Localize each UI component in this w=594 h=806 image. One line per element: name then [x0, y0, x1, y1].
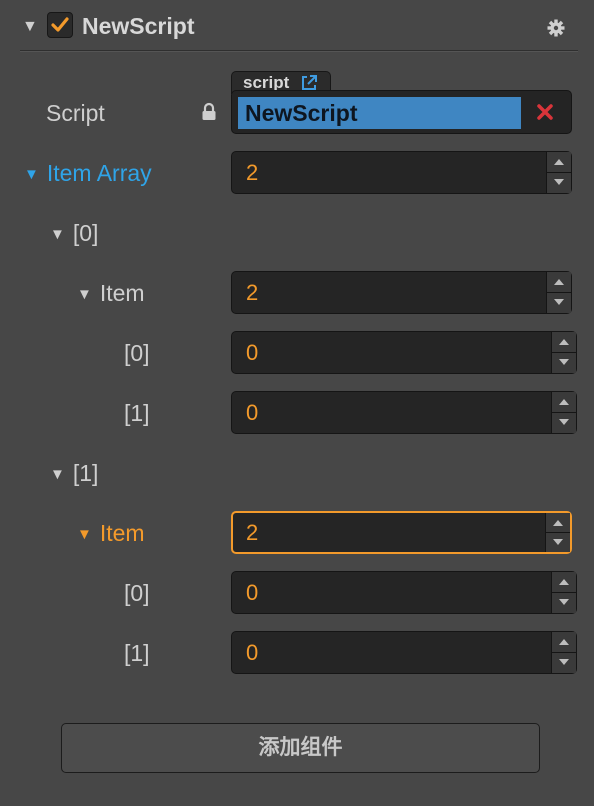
arrow-down-icon: [559, 418, 569, 425]
stepper-down-button[interactable]: [552, 412, 576, 433]
header-divider-highlight: [20, 51, 578, 52]
element-1-item-1-value: 0: [246, 640, 259, 665]
stepper-down-button[interactable]: [547, 172, 571, 193]
arrow-down-icon: [554, 298, 564, 305]
stepper[interactable]: [551, 632, 576, 673]
element-0-item-1-field[interactable]: 0: [231, 391, 577, 434]
element-0-item-0-value: 0: [246, 340, 259, 365]
element-0-item-label-text: Item: [99, 280, 145, 306]
arrow-up-icon: [559, 639, 569, 645]
stepper-down-button[interactable]: [552, 652, 576, 673]
arrow-down-icon: [554, 178, 564, 185]
element-0-item-1-label: [1]: [124, 400, 150, 426]
element-0-label-text: [0]: [72, 220, 99, 246]
add-component-button[interactable]: 添加组件: [61, 723, 540, 773]
item-array-label-text: Item Array: [46, 160, 152, 186]
expand-arrow-icon: ▼: [50, 226, 65, 243]
arrow-up-icon: [559, 579, 569, 585]
arrow-up-icon: [554, 279, 564, 285]
lock-icon: [202, 102, 216, 120]
stepper-down-button[interactable]: [546, 532, 570, 552]
arrow-up-icon: [554, 159, 564, 165]
stepper[interactable]: [551, 392, 576, 433]
element-0-label[interactable]: ▼ [0]: [50, 220, 98, 247]
stepper-up-button[interactable]: [552, 572, 576, 593]
arrow-down-icon: [559, 598, 569, 605]
arrow-down-icon: [559, 658, 569, 665]
expand-arrow-icon: ▼: [77, 526, 92, 543]
element-1-item-label[interactable]: ▼ Item: [77, 520, 145, 547]
enabled-checkbox[interactable]: [47, 12, 73, 38]
element-1-item-0-field[interactable]: 0: [231, 571, 577, 614]
element-1-item-size-value: 2: [246, 520, 259, 545]
element-0-item-1-value: 0: [246, 400, 259, 425]
script-label: Script: [46, 100, 105, 126]
stepper-up-button[interactable]: [547, 272, 571, 293]
checkmark-icon: [51, 17, 69, 32]
stepper-down-button[interactable]: [547, 292, 571, 313]
arrow-up-icon: [553, 520, 563, 526]
component-header: ▼ NewScript: [0, 0, 594, 52]
stepper-up-button[interactable]: [547, 152, 571, 173]
element-0-item-0-label: [0]: [124, 340, 150, 366]
stepper[interactable]: [545, 513, 570, 552]
expand-arrow-icon: ▼: [77, 286, 92, 303]
stepper[interactable]: [551, 572, 576, 613]
expand-arrow-icon: ▼: [50, 466, 65, 483]
stepper[interactable]: [546, 272, 571, 313]
script-value[interactable]: NewScript: [238, 97, 521, 129]
element-1-item-0-label: [0]: [124, 580, 150, 606]
element-1-item-label-text: Item: [99, 520, 145, 546]
stepper-down-button[interactable]: [552, 592, 576, 613]
stepper[interactable]: [546, 152, 571, 193]
stepper-down-button[interactable]: [552, 352, 576, 373]
element-1-item-1-label: [1]: [124, 640, 150, 666]
stepper[interactable]: [551, 332, 576, 373]
arrow-down-icon: [553, 538, 563, 545]
component-title: NewScript: [82, 13, 195, 39]
arrow-up-icon: [559, 339, 569, 345]
expand-arrow-icon: ▼: [24, 166, 39, 183]
remove-script-icon[interactable]: [536, 103, 554, 121]
arrow-up-icon: [559, 399, 569, 405]
stepper-up-button[interactable]: [546, 513, 570, 533]
stepper-up-button[interactable]: [552, 632, 576, 653]
stepper-up-button[interactable]: [552, 332, 576, 353]
element-0-item-size-value: 2: [246, 280, 259, 305]
element-0-item-0-field[interactable]: 0: [231, 331, 577, 374]
element-1-item-size-field[interactable]: 2: [231, 511, 572, 554]
gear-icon[interactable]: [546, 18, 566, 38]
element-1-label-text: [1]: [72, 460, 99, 486]
stepper-up-button[interactable]: [552, 392, 576, 413]
arrow-down-icon: [559, 358, 569, 365]
script-field[interactable]: NewScript: [231, 90, 572, 134]
item-array-size-field[interactable]: 2: [231, 151, 572, 194]
element-1-item-0-value: 0: [246, 580, 259, 605]
item-array-size-value: 2: [246, 160, 259, 185]
element-0-item-size-field[interactable]: 2: [231, 271, 572, 314]
collapse-arrow-icon[interactable]: ▼: [22, 18, 38, 36]
element-1-item-1-field[interactable]: 0: [231, 631, 577, 674]
item-array-label[interactable]: ▼ Item Array: [24, 160, 152, 187]
element-1-label[interactable]: ▼ [1]: [50, 460, 98, 487]
element-0-item-label[interactable]: ▼ Item: [77, 280, 145, 307]
